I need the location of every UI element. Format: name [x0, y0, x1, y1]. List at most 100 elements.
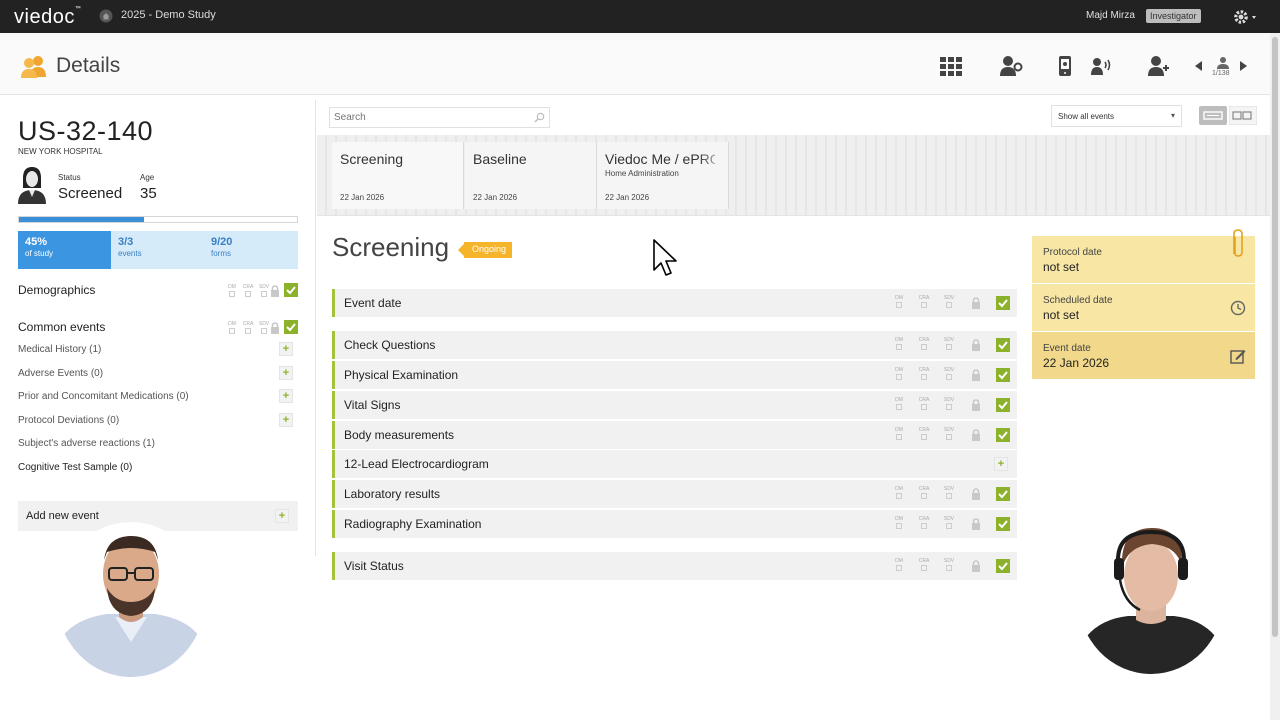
form-row[interactable]: Event date DM CRA SDV [332, 289, 1017, 317]
subject-counter-icon [1217, 57, 1229, 69]
gear-icon[interactable] [1232, 8, 1260, 26]
common-event-item[interactable]: Adverse Events (0) [18, 368, 103, 379]
dm-status: DM [892, 337, 906, 350]
review-status-cols: DM CRA SDV [892, 295, 956, 308]
timeline-view-icon[interactable] [1199, 106, 1227, 125]
add-common-event-button[interactable]: + [279, 342, 293, 356]
cra-label: CRA [918, 337, 930, 343]
cra-label: CRA [918, 486, 930, 492]
stat-events[interactable]: 3/3 events [111, 231, 204, 269]
cra-label: CRA [918, 367, 930, 373]
form-label[interactable]: Event date [344, 296, 401, 310]
page-scrollbar[interactable] [1270, 33, 1280, 720]
add-common-event-button[interactable]: + [279, 413, 293, 427]
study-title[interactable]: 2025 - Demo Study [121, 9, 216, 21]
webcam-presenter-2 [1078, 520, 1224, 674]
form-label[interactable]: Check Questions [344, 338, 435, 352]
form-label[interactable]: Laboratory results [344, 487, 440, 501]
add-common-event-button[interactable]: + [279, 389, 293, 403]
attachment-clip-icon[interactable] [1230, 228, 1244, 258]
grid-view-icon[interactable] [939, 55, 963, 77]
add-form-button[interactable]: + [994, 457, 1008, 471]
form-label[interactable]: 12-Lead Electrocardiogram [344, 457, 489, 471]
event-date: 22 Jan 2026 [340, 193, 385, 202]
chevron-down-icon: ▾ [1170, 111, 1175, 120]
edit-date-icon[interactable] [1230, 348, 1246, 364]
form-label[interactable]: Vital Signs [344, 398, 400, 412]
common-event-item[interactable]: Subject's adverse reactions (1) [18, 438, 155, 449]
sdv-status: SDV [942, 367, 956, 380]
dm-label: DM [895, 516, 903, 522]
sdv-box [946, 344, 952, 350]
study-progress-bar [18, 216, 298, 223]
common-event-item[interactable]: Medical History (1) [18, 344, 101, 355]
scrollbar-thumb[interactable] [1272, 37, 1278, 637]
search-placeholder: Search [334, 112, 366, 123]
event-card-viedoc-me[interactable]: Viedoc Me / ePRO Home Administration 22 … [597, 142, 729, 209]
form-label[interactable]: Body measurements [344, 428, 454, 442]
lock-icon [972, 518, 980, 530]
sdv-label: SDV [943, 295, 955, 301]
card-view-icon[interactable] [1229, 106, 1257, 125]
form-label[interactable]: Radiography Examination [344, 517, 481, 531]
subject-panel: US-32-140 NEW YORK HOSPITAL Status Scree… [0, 100, 316, 556]
event-card-screening[interactable]: Screening 22 Jan 2026 [332, 142, 464, 209]
cra-status: CRA [917, 367, 931, 380]
lock-icon [972, 488, 980, 500]
sdv-label: SDV [943, 486, 955, 492]
add-common-event-button[interactable]: + [279, 366, 293, 380]
form-row[interactable]: Physical Examination DM CRA SDV [332, 361, 1017, 389]
add-new-event-plus[interactable]: + [275, 509, 289, 523]
dm-box [896, 523, 902, 529]
protocol-date-value: not set [1043, 260, 1080, 274]
cra-box [921, 302, 927, 308]
status-badge: Ongoing [464, 242, 513, 258]
form-row[interactable]: Visit Status DM CRA SDV [332, 552, 1017, 580]
completed-check-icon [996, 338, 1010, 352]
form-label[interactable]: Physical Examination [344, 368, 458, 382]
viedoc-logo[interactable]: viedoc™ [14, 6, 81, 29]
sdv-status: SDV [942, 486, 956, 499]
form-row[interactable]: Laboratory results DM CRA SDV [332, 480, 1017, 508]
event-date-row[interactable]: Event date 22 Jan 2026 [1032, 332, 1255, 379]
previous-subject-icon[interactable] [1192, 55, 1204, 77]
dm-box [896, 434, 902, 440]
dm-box [896, 302, 902, 308]
form-row[interactable]: Check Questions DM CRA SDV [332, 331, 1017, 359]
form-row[interactable]: 12-Lead Electrocardiogram + [332, 450, 1017, 478]
event-card-baseline[interactable]: Baseline 22 Jan 2026 [465, 142, 597, 209]
stat-value: 3/3 [118, 236, 134, 248]
lock-icon [972, 399, 980, 411]
add-subject-icon[interactable] [1146, 55, 1170, 77]
add-new-event-label: Add new event [26, 510, 99, 522]
subject-settings-icon[interactable] [999, 55, 1023, 77]
events-filter-select[interactable]: Show all events ▾ [1051, 105, 1182, 127]
form-row[interactable]: Body measurements DM CRA SDV [332, 421, 1017, 449]
common-event-item[interactable]: Prior and Concomitant Medications (0) [18, 391, 189, 402]
common-event-item[interactable]: Protocol Deviations (0) [18, 415, 119, 426]
form-row[interactable]: Vital Signs DM CRA SDV [332, 391, 1017, 419]
sdv-status: SDV [942, 558, 956, 571]
completed-check-icon [284, 283, 298, 297]
cra-label: CRA [918, 558, 930, 564]
stat-study-progress[interactable]: 45% of study [18, 231, 111, 269]
dm-label: DM [895, 486, 903, 492]
form-label[interactable]: Visit Status [344, 559, 404, 573]
form-row[interactable]: Radiography Examination DM CRA SDV [332, 510, 1017, 538]
search-icon[interactable] [534, 112, 545, 123]
user-name[interactable]: Majd Mirza [1086, 10, 1135, 21]
common-event-item[interactable]: Cognitive Test Sample (0) [18, 462, 132, 473]
event-name: Baseline [473, 151, 527, 167]
voice-call-icon[interactable] [1090, 55, 1114, 77]
cra-status: CRA [917, 397, 931, 410]
demographics-link[interactable]: Demographics [18, 283, 95, 297]
cra-status: CRA [917, 558, 931, 571]
next-subject-icon[interactable] [1238, 55, 1250, 77]
dm-box [896, 344, 902, 350]
stat-forms[interactable]: 9/20 forms [204, 231, 298, 269]
home-icon[interactable] [99, 9, 113, 23]
mobile-device-icon[interactable] [1053, 55, 1077, 77]
sdv-box [946, 434, 952, 440]
sdv-label: SDV [258, 284, 270, 290]
search-input[interactable]: Search [329, 107, 550, 128]
